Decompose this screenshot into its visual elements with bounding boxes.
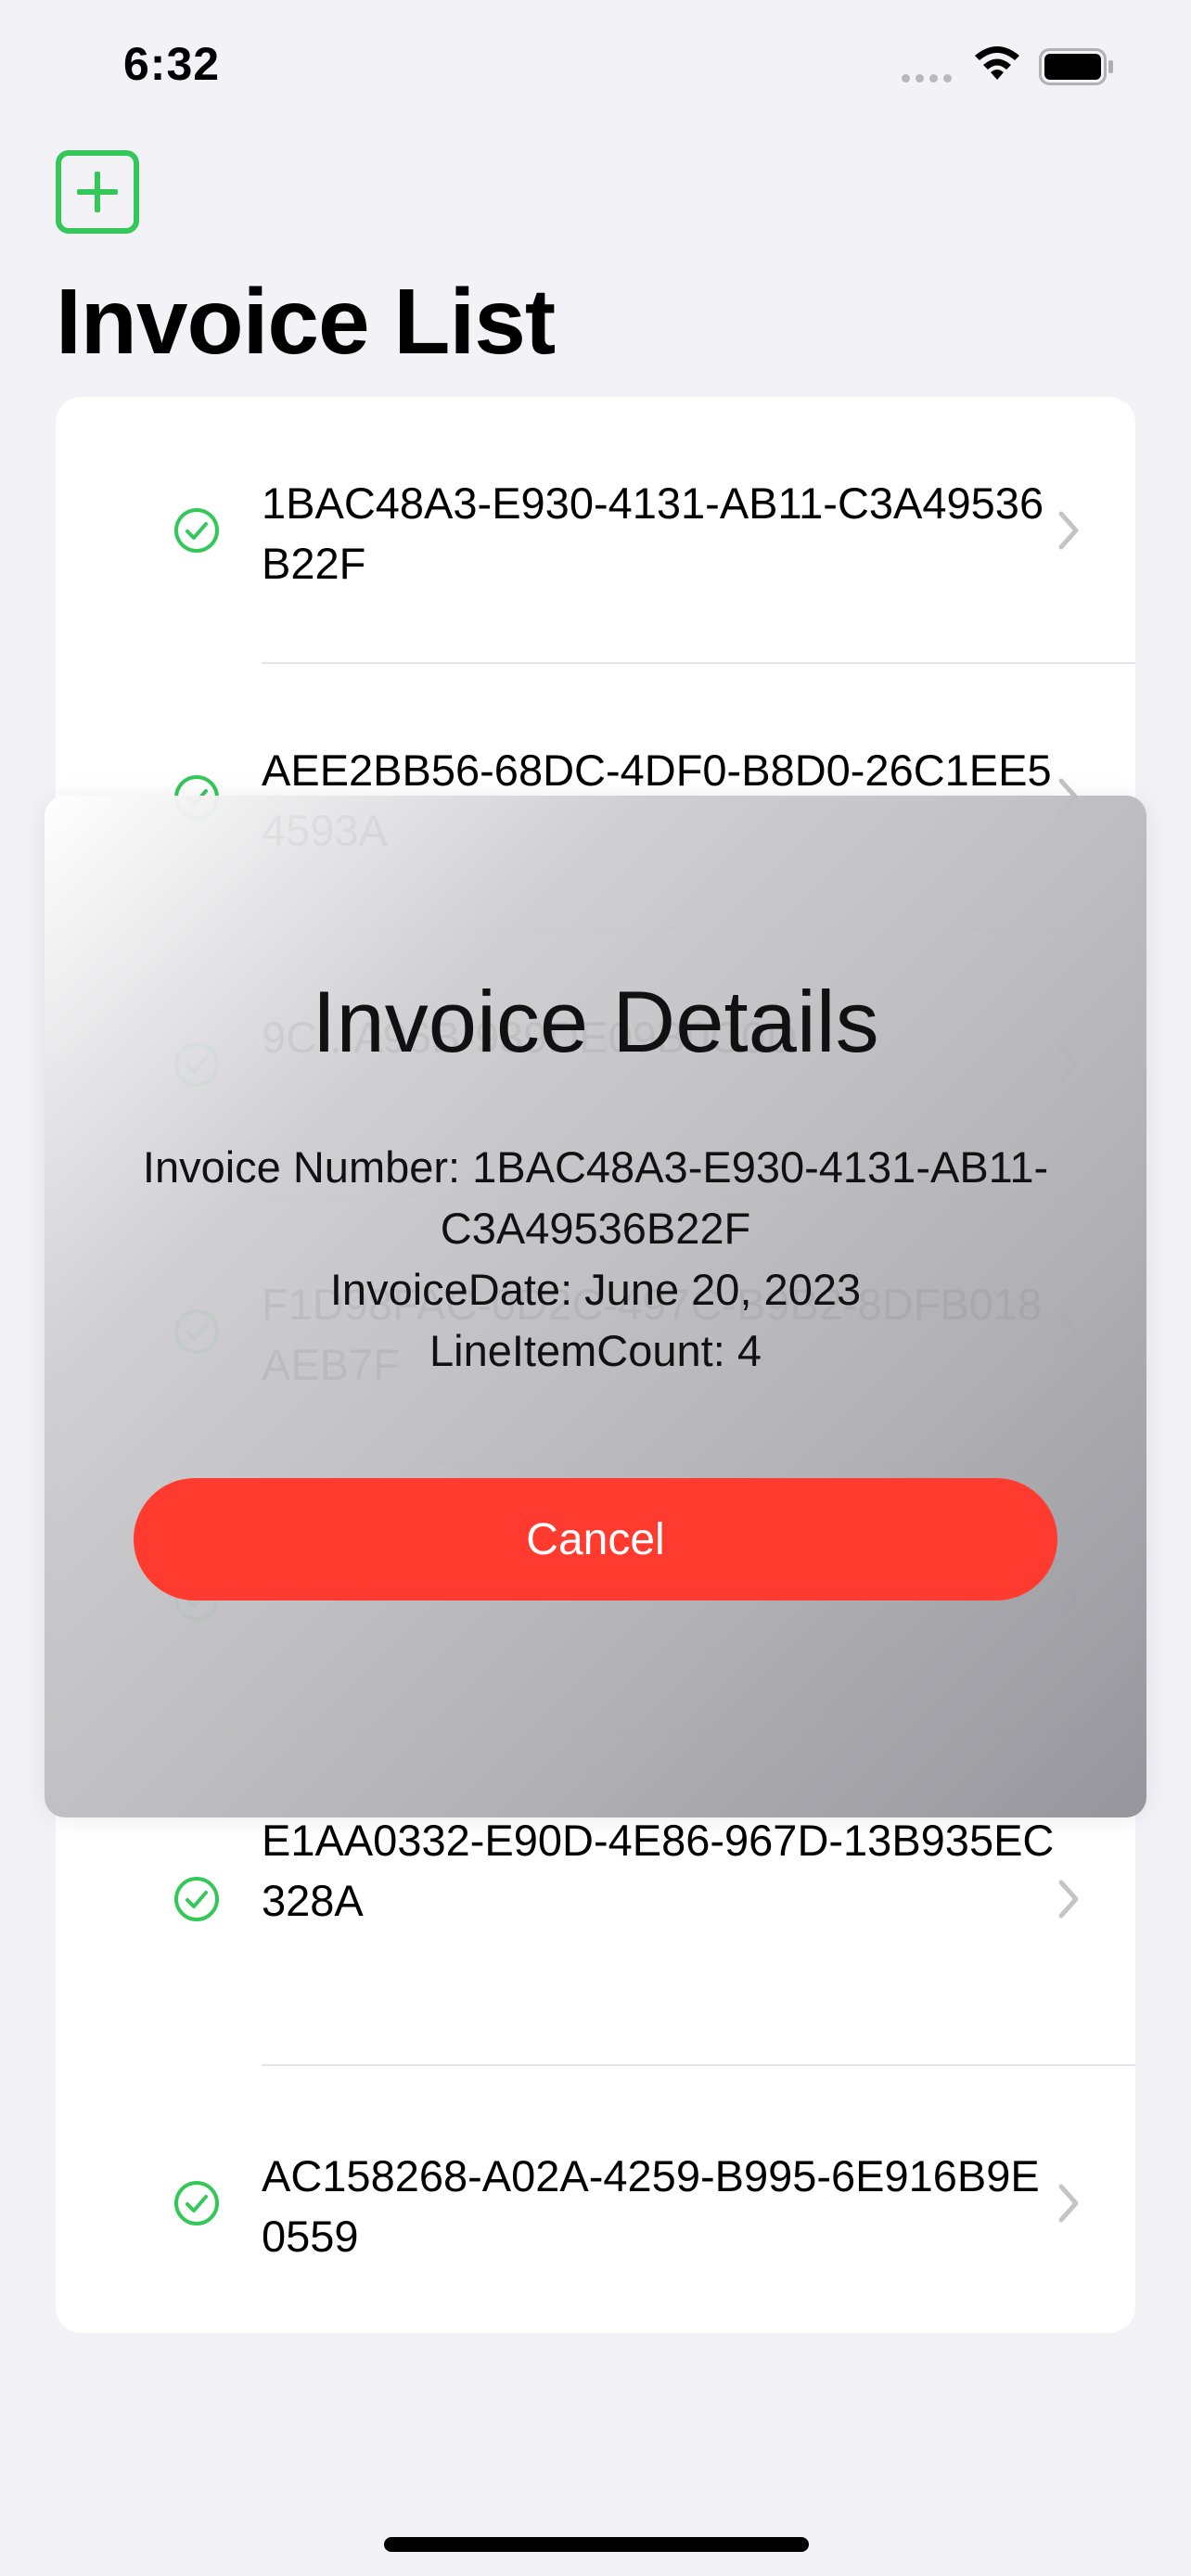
- invoice-row[interactable]: AC158268-A02A-4259-B995-6E916B9E0559: [56, 2066, 1135, 2333]
- checkmark-circle-icon: [174, 2181, 219, 2225]
- cancel-button-label: Cancel: [526, 1514, 665, 1564]
- plus-icon: [77, 172, 118, 212]
- invoice-list-screen: 6:32 Invoice List 1BAC48A3-E930-4131-AB1…: [0, 0, 1191, 2576]
- invoice-id: E1AA0332-E90D-4E86-967D-13B935EC328A: [262, 1816, 1055, 1925]
- cellular-signal-icon: [902, 74, 952, 83]
- checkmark-circle-icon: [174, 508, 219, 553]
- battery-icon: [1039, 48, 1113, 85]
- checkmark-circle-icon: [174, 1877, 219, 1921]
- invoice-number-line-2: C3A49536B22F: [440, 1204, 751, 1253]
- status-time: 6:32: [123, 38, 221, 90]
- invoice-id: 1BAC48A3-E930-4131-AB11-C3A49536B22F: [262, 478, 1044, 588]
- modal-title: Invoice Details: [312, 973, 879, 1070]
- cancel-button[interactable]: Cancel: [134, 1478, 1057, 1600]
- chevron-right-icon: [1058, 2184, 1079, 2223]
- invoice-id: AC158268-A02A-4259-B995-6E916B9E0559: [262, 2151, 1040, 2261]
- wifi-icon: [975, 46, 1019, 80]
- chevron-right-icon: [1058, 1880, 1079, 1919]
- invoice-number-line-1: Invoice Number: 1BAC48A3-E930-4131-AB11-: [142, 1142, 1049, 1192]
- home-indicator[interactable]: [384, 2537, 809, 2552]
- invoice-date: InvoiceDate: June 20, 2023: [329, 1265, 862, 1314]
- page-title: Invoice List: [56, 270, 556, 374]
- invoice-details-modal: Invoice Details Invoice Number: 1BAC48A3…: [45, 796, 1146, 1817]
- add-invoice-button[interactable]: [56, 150, 139, 234]
- line-item-count: LineItemCount: 4: [429, 1326, 762, 1375]
- invoice-row[interactable]: 1BAC48A3-E930-4131-AB11-C3A49536B22F: [56, 397, 1135, 664]
- chevron-right-icon: [1058, 511, 1079, 550]
